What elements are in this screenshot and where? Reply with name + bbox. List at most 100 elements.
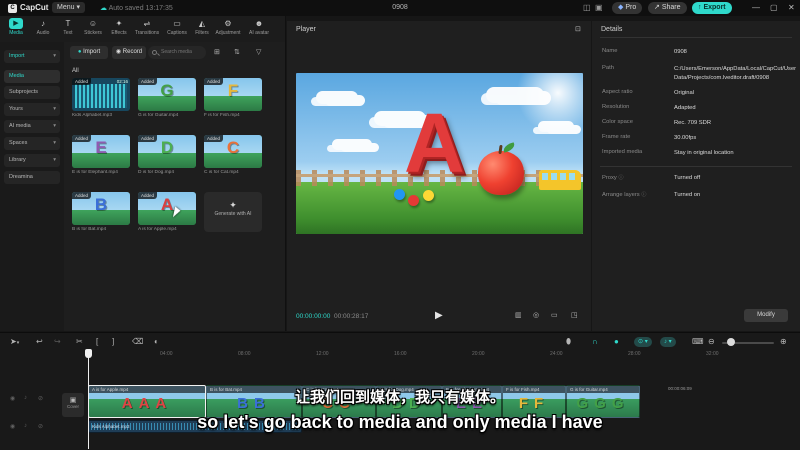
sidebar-item-spaces[interactable]: Spaces ▾ (4, 137, 60, 150)
ruler-tick: 04:00 (160, 351, 173, 357)
delete-icon[interactable]: ⌫ (132, 337, 143, 346)
preview-quality-icon[interactable]: ▥ (515, 311, 522, 319)
tab-ai-avatar[interactable]: ☻ AI avatar (243, 18, 275, 36)
magnet-icon[interactable]: ∩ (592, 337, 598, 346)
zoom-out-icon[interactable]: ⊖ (708, 337, 715, 346)
added-badge: Added (72, 192, 92, 199)
sort-icon[interactable]: ⇅ (234, 48, 240, 56)
chevron-down-icon: ▾ (668, 339, 672, 345)
trim-right-icon[interactable]: ] (112, 337, 114, 346)
record-icon: ◉ (115, 49, 122, 55)
sidebar-item-library[interactable]: Library ▾ (4, 154, 60, 167)
detail-value: Rec. 709 SDR (674, 120, 712, 126)
undo-icon[interactable]: ↩ (36, 337, 43, 346)
detail-label: Resolution (602, 104, 630, 110)
play-button[interactable]: ▶ (435, 310, 443, 321)
info-icon: ⓘ (641, 192, 647, 198)
subtitle-english: so let's go back to media and only media… (197, 412, 603, 432)
pro-button[interactable]: ◆ Pro (612, 2, 643, 14)
panel-layout-icon[interactable]: ▣ (595, 3, 603, 12)
grid-view-icon[interactable]: ⊞ (214, 48, 220, 56)
detail-value: Stay in original location (674, 150, 734, 156)
maximize-button[interactable]: ▢ (770, 3, 778, 12)
auto-snap-icon[interactable]: ● (614, 337, 619, 346)
details-panel: Details Name 0908 Path C:/Users/Emerson/… (592, 21, 800, 331)
cloud-icon: ☁ (100, 5, 107, 12)
audio-toggle[interactable]: ♪ ▾ (660, 337, 676, 347)
player-expand-icon[interactable]: ⊡ (575, 25, 581, 33)
zoom-slider-handle[interactable] (727, 338, 735, 346)
keyboard-shortcuts-icon[interactable]: ⌨ (692, 337, 704, 346)
media-item-name: Kids Alphabet.mp3 (72, 113, 113, 118)
media-item-name: B is for Bat.mp4 (72, 227, 107, 232)
cloud (486, 87, 544, 103)
close-button[interactable]: ✕ (788, 3, 795, 12)
trim-left-icon[interactable]: [ (96, 337, 98, 346)
zoom-in-icon[interactable]: ⊕ (780, 337, 787, 346)
detail-value: Turned on (674, 192, 701, 198)
ruler-tick: 20:00 (472, 351, 485, 357)
export-icon: ↑ (698, 4, 702, 11)
media-item-a[interactable]: A Added (138, 192, 196, 225)
ruler-tick: 08:00 (238, 351, 251, 357)
fullscreen-icon[interactable]: ◳ (571, 311, 578, 319)
adjustment-icon: ⚙ (224, 19, 232, 28)
sidebar-item-dreamina[interactable]: Dreamina (4, 171, 60, 184)
export-button[interactable]: ↑ Export (692, 2, 732, 14)
minimize-button[interactable]: — (752, 3, 760, 12)
ball-red (408, 195, 419, 206)
media-item-e[interactable]: E Added (72, 135, 130, 168)
split-icon[interactable]: ✂ (76, 337, 83, 346)
sidebar-item-ai-media[interactable]: AI media ▾ (4, 120, 60, 133)
layout-toggle-icon[interactable]: ◫ (583, 3, 591, 12)
media-item-c[interactable]: C Added (204, 135, 262, 168)
sidebar-item-media[interactable]: Media (4, 70, 60, 83)
cloud (538, 121, 574, 132)
ai-avatar-icon: ☻ (254, 19, 264, 28)
redo-icon[interactable]: ↪ (54, 337, 61, 346)
filter-icon[interactable]: ▽ (256, 48, 261, 56)
added-badge: Added (138, 135, 158, 142)
project-title: 0908 (392, 4, 408, 11)
media-item-audio[interactable]: Added 02:16 (72, 78, 130, 111)
ratio-icon[interactable]: ▭ (551, 311, 558, 319)
media-item-f[interactable]: F Added (204, 78, 262, 111)
snapshot-icon[interactable]: ◎ (533, 311, 539, 319)
sidebar-item-import[interactable]: Import ▾ (4, 50, 60, 63)
divider (600, 37, 792, 38)
detail-value: 30.00fps (674, 135, 697, 141)
detail-label: Imported media (602, 149, 643, 155)
cloud (332, 139, 372, 150)
share-button[interactable]: ↗ Share (648, 2, 687, 14)
media-item-b[interactable]: B Added (72, 192, 130, 225)
sparkle-icon: ✦ (229, 200, 237, 210)
details-panel-title: Details (601, 26, 623, 33)
link-toggle[interactable]: ⊙ ▾ (634, 337, 652, 347)
media-item-name: E is for Elephant.mp4 (72, 170, 118, 175)
detail-label: Arrange layers ⓘ (602, 192, 647, 198)
media-content: ● Import ◉ Record Search media ⊞ ⇅ ▽ All… (64, 42, 286, 331)
apple (478, 142, 524, 195)
select-tool-icon[interactable]: ➤▾ (10, 337, 19, 346)
record-button[interactable]: ◉ Record (112, 46, 146, 59)
detail-label: Aspect ratio (602, 89, 633, 95)
media-item-d[interactable]: D Added (138, 135, 196, 168)
tab-transitions[interactable]: ⇌ Transitions (131, 18, 163, 36)
generate-with-ai-card[interactable]: ✦ Generate with AI (204, 192, 262, 232)
sidebar-item-yours[interactable]: Yours ▾ (4, 103, 60, 116)
tab-adjustment[interactable]: ⚙ Adjustment (212, 18, 244, 36)
search-input[interactable]: Search media (148, 46, 206, 59)
speaker-icon: ♪ (664, 339, 667, 345)
modify-button[interactable]: Modify (744, 309, 788, 322)
chevron-down-icon: ▾ (53, 123, 56, 129)
ruler-tick: 32:00 (706, 351, 719, 357)
import-button[interactable]: ● Import (70, 46, 108, 59)
sidebar-item-subprojects[interactable]: Subprojects (4, 86, 60, 99)
menu-button[interactable]: Menu ▾ (52, 2, 85, 13)
media-item-g[interactable]: G Added (138, 78, 196, 111)
voiceover-mic-icon[interactable]: ⬮ (566, 337, 571, 347)
media-sidebar: Import ▾ Media Subprojects Yours ▾ AI medi… (0, 42, 64, 331)
section-label: All (72, 68, 79, 74)
divider (600, 166, 792, 167)
mask-icon[interactable]: ◐ (154, 337, 159, 346)
